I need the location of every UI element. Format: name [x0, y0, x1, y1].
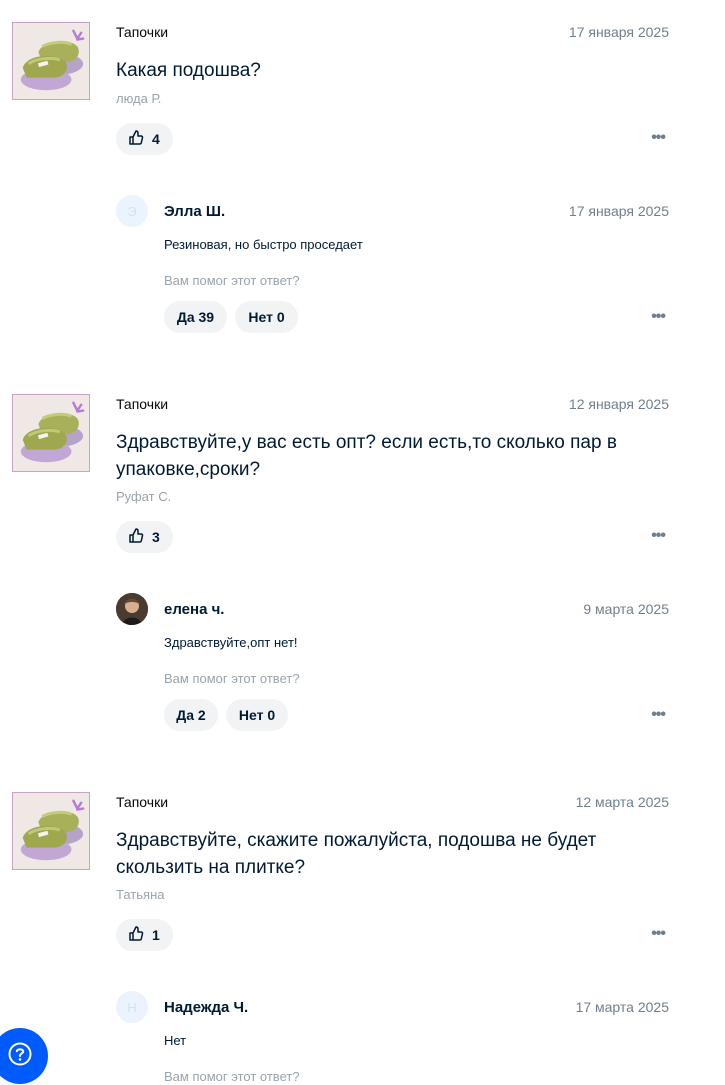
question-author: люда Р.	[116, 91, 162, 106]
question-author: Татьяна	[116, 887, 165, 902]
question-date: 12 января 2025	[568, 396, 669, 412]
vote-yes-button[interactable]: Да 2	[164, 699, 218, 731]
avatar	[116, 593, 148, 625]
question-author: Руфат С.	[116, 489, 172, 504]
avatar: Н	[116, 991, 148, 1023]
answer-text: Здравствуйте,опт нет!	[164, 635, 298, 650]
question-text: Здравствуйте,у вас есть опт? если есть,т…	[116, 432, 617, 480]
product-name[interactable]: Тапочки	[116, 24, 168, 40]
answer-text: Резиновая, но быстро проседает	[164, 237, 363, 252]
vote-yes-button[interactable]: Да 39	[164, 301, 227, 333]
product-name[interactable]: Тапочки	[116, 396, 168, 412]
question-date: 12 марта 2025	[575, 794, 669, 810]
thumbs-up-icon	[128, 925, 144, 945]
like-button[interactable]: 3	[116, 521, 173, 553]
like-count: 4	[152, 131, 160, 147]
answer-text: Нет	[164, 1033, 187, 1048]
avatar: Э	[116, 195, 148, 227]
more-dots-icon[interactable]: •••	[651, 308, 666, 326]
product-thumbnail[interactable]	[12, 394, 90, 472]
product-thumbnail[interactable]	[12, 792, 90, 870]
more-dots-icon[interactable]: •••	[651, 527, 666, 545]
answer-author: Элла Ш.	[164, 203, 226, 220]
vote-no-button[interactable]: Нет 0	[226, 699, 288, 731]
like-count: 3	[152, 529, 160, 545]
question-card: Тапочки 17 января 2025 Какая подошва? лю…	[0, 22, 725, 352]
helpful-prompt: Вам помог этот ответ?	[164, 671, 300, 686]
question-card: Тапочки 12 января 2025 Здравствуйте,у ва…	[0, 394, 725, 744]
answer-author: Надежда Ч.	[164, 999, 249, 1016]
question-text: Какая подошва?	[116, 60, 261, 81]
answer-author: елена ч.	[164, 601, 225, 618]
question-date: 17 января 2025	[568, 24, 669, 40]
question-card: Тапочки 12 марта 2025 Здравствуйте, скаж…	[0, 792, 725, 1085]
thumbs-up-icon	[128, 129, 144, 149]
more-dots-icon[interactable]: •••	[651, 925, 666, 943]
helpful-prompt: Вам помог этот ответ?	[164, 273, 300, 288]
helpful-prompt: Вам помог этот ответ?	[164, 1069, 300, 1084]
answer-date: 9 марта 2025	[583, 601, 669, 617]
question-icon	[7, 1041, 33, 1072]
answer-date: 17 марта 2025	[575, 999, 669, 1015]
like-button[interactable]: 1	[116, 919, 173, 951]
like-count: 1	[152, 927, 160, 943]
more-dots-icon[interactable]: •••	[651, 129, 666, 147]
product-name[interactable]: Тапочки	[116, 794, 168, 810]
product-thumbnail[interactable]	[12, 22, 90, 100]
question-text: Здравствуйте, скажите пожалуйста, подошв…	[116, 830, 597, 878]
vote-no-button[interactable]: Нет 0	[235, 301, 298, 333]
like-button[interactable]: 4	[116, 123, 173, 155]
thumbs-up-icon	[128, 527, 144, 547]
more-dots-icon[interactable]: •••	[651, 706, 666, 724]
answer-date: 17 января 2025	[568, 203, 669, 219]
